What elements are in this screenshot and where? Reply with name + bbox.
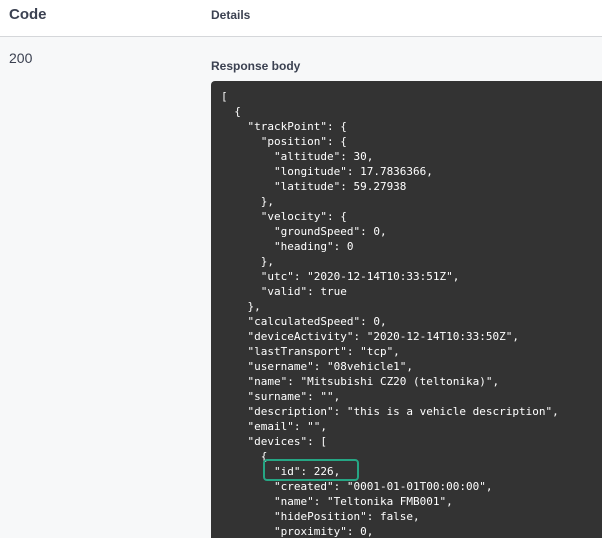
- code-line: "velocity": {: [221, 210, 347, 223]
- code-line: "name": "Teltonika FMB001",: [221, 495, 453, 508]
- code-line: "utc": "2020-12-14T10:33:51Z",: [221, 270, 460, 283]
- code-line: "created": "0001-01-01T00:00:00",: [221, 480, 493, 493]
- code-line: "email": "",: [221, 420, 327, 433]
- response-body-label: Response body: [211, 59, 301, 73]
- code-line: "username": "08vehicle1",: [221, 360, 414, 373]
- code-line: "valid": true: [221, 285, 347, 298]
- code-line: "trackPoint": {: [221, 120, 347, 133]
- code-line: "longitude": 17.7836366,: [221, 165, 433, 178]
- code-line: "name": "Mitsubishi CZ20 (teltonika)",: [221, 375, 500, 388]
- responses-table-header: Code Details: [0, 0, 602, 37]
- code-line: "lastTransport": "tcp",: [221, 345, 400, 358]
- code-line: "altitude": 30,: [221, 150, 374, 163]
- code-line: "proximity": 0,: [221, 525, 374, 538]
- code-cell: [0, 37, 196, 538]
- code-line: "description": "this is a vehicle descri…: [221, 405, 559, 418]
- code-line: [: [221, 90, 228, 103]
- code-line: "groundSpeed": 0,: [221, 225, 387, 238]
- code-line: "position": {: [221, 135, 347, 148]
- code-line: "latitude": 59.27938: [221, 180, 407, 193]
- code-line: "devices": [: [221, 435, 327, 448]
- details-column-title: Details: [211, 8, 251, 22]
- code-line: {: [221, 450, 268, 463]
- code-line: {: [221, 105, 241, 118]
- code-line: "heading": 0: [221, 240, 354, 253]
- code-line: },: [221, 300, 261, 313]
- code-line: "hidePosition": false,: [221, 510, 420, 523]
- status-code: 200: [9, 50, 33, 66]
- id-highlight-box: [263, 459, 359, 481]
- code-column-title: Code: [9, 6, 47, 23]
- code-line: "surname": "",: [221, 390, 341, 403]
- code-line: "calculatedSpeed": 0,: [221, 315, 387, 328]
- code-line: "deviceActivity": "2020-12-14T10:33:50Z"…: [221, 330, 520, 343]
- code-line: },: [221, 195, 274, 208]
- code-line: },: [221, 255, 274, 268]
